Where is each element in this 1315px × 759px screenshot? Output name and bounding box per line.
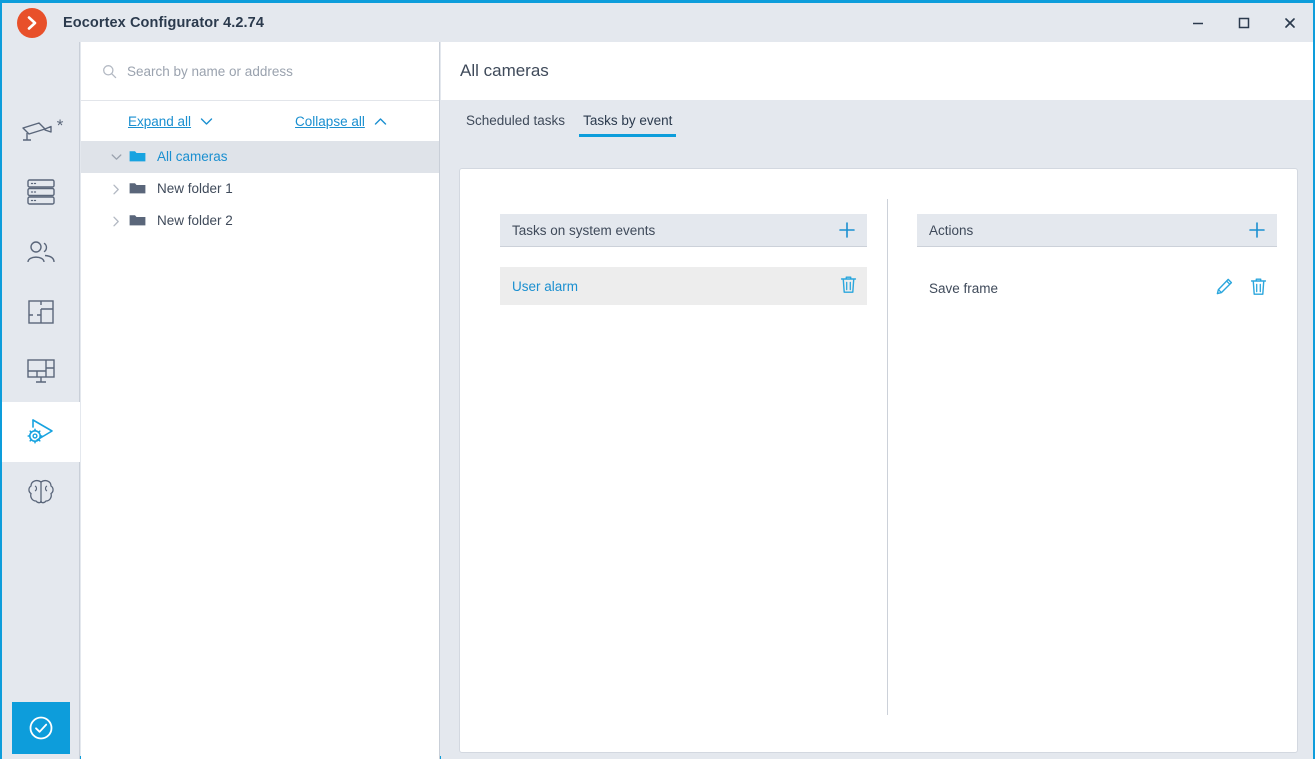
trash-icon bbox=[1250, 278, 1267, 295]
tab-tasks-by-event[interactable]: Tasks by event bbox=[574, 113, 681, 137]
main-content: All cameras Scheduled tasks Tasks by eve… bbox=[441, 42, 1313, 759]
brain-icon bbox=[28, 479, 54, 504]
tree-node-label: All cameras bbox=[157, 149, 228, 165]
tasks-card: Tasks on system events User alarm Action… bbox=[459, 168, 1298, 753]
tab-scheduled-tasks[interactable]: Scheduled tasks bbox=[457, 113, 574, 137]
cameras-modified-badge: * bbox=[56, 116, 64, 135]
tree-node-label: New folder 2 bbox=[157, 213, 233, 229]
title-bar: Eocortex Configurator 4.2.74 bbox=[2, 3, 1313, 42]
check-circle-icon bbox=[29, 716, 53, 740]
delete-action-button[interactable] bbox=[1250, 277, 1267, 299]
folder-icon bbox=[129, 213, 146, 230]
sidebar-item-analytics[interactable] bbox=[2, 462, 80, 522]
sidebar-rail: * bbox=[2, 42, 80, 759]
tab-bar: Scheduled tasks Tasks by event bbox=[441, 100, 1313, 137]
camera-tree: All cameras New folder 1 New folder 2 bbox=[81, 141, 439, 237]
folder-icon bbox=[129, 181, 146, 198]
actions-section-header: Actions bbox=[917, 214, 1277, 247]
chevron-down-icon[interactable] bbox=[103, 153, 129, 161]
tasks-section-title: Tasks on system events bbox=[512, 222, 656, 238]
pencil-icon bbox=[1216, 278, 1233, 295]
sidebar-item-cameras[interactable]: * bbox=[2, 102, 80, 162]
window-title: Eocortex Configurator 4.2.74 bbox=[63, 14, 265, 31]
close-button[interactable] bbox=[1267, 3, 1313, 42]
automation-gear-play-icon bbox=[27, 419, 53, 444]
delete-task-button[interactable] bbox=[840, 275, 857, 297]
application-window: Eocortex Configurator 4.2.74 * Search by… bbox=[0, 0, 1315, 759]
plus-icon bbox=[839, 222, 855, 238]
task-row-actions bbox=[840, 275, 857, 297]
actions-column: Actions Save frame bbox=[917, 214, 1277, 307]
servers-icon bbox=[27, 179, 55, 205]
expand-all-label: Expand all bbox=[128, 113, 192, 129]
column-divider bbox=[887, 199, 888, 715]
apply-button[interactable] bbox=[12, 702, 70, 754]
sidebar-item-views[interactable] bbox=[2, 342, 80, 402]
task-row-user-alarm[interactable]: User alarm bbox=[500, 267, 867, 305]
floor-plan-icon bbox=[28, 300, 54, 324]
actions-section-title: Actions bbox=[929, 222, 974, 238]
task-label: User alarm bbox=[512, 278, 579, 294]
tasks-section-header: Tasks on system events bbox=[500, 214, 867, 247]
search-icon bbox=[103, 64, 117, 78]
chevron-right-icon[interactable] bbox=[103, 216, 129, 227]
tree-node-label: New folder 1 bbox=[157, 181, 233, 197]
sidebar-item-plans[interactable] bbox=[2, 282, 80, 342]
sidebar-item-automation[interactable] bbox=[2, 402, 80, 462]
page-title: All cameras bbox=[460, 61, 549, 80]
sidebar-item-servers[interactable] bbox=[2, 162, 80, 222]
tree-node-new-folder-1[interactable]: New folder 1 bbox=[81, 173, 439, 205]
eocortex-chevron-logo-icon bbox=[17, 7, 47, 38]
tasks-column: Tasks on system events User alarm bbox=[500, 214, 867, 305]
chevron-up-icon bbox=[374, 117, 387, 125]
window-controls bbox=[1175, 3, 1313, 42]
expand-all-button[interactable]: Expand all bbox=[128, 114, 213, 129]
tree-node-new-folder-2[interactable]: New folder 2 bbox=[81, 205, 439, 237]
minimize-button[interactable] bbox=[1175, 3, 1221, 42]
action-row-actions bbox=[1215, 277, 1267, 299]
camera-tree-panel: Search by name or address Expand all Col… bbox=[81, 42, 440, 759]
chevron-down-icon bbox=[200, 117, 213, 125]
video-wall-icon bbox=[27, 359, 55, 383]
collapse-all-button[interactable]: Collapse all bbox=[295, 114, 387, 129]
plus-icon bbox=[1249, 222, 1265, 238]
search-input-placeholder[interactable]: Search by name or address bbox=[127, 64, 293, 79]
search-field[interactable]: Search by name or address bbox=[81, 42, 439, 101]
action-label: Save frame bbox=[929, 280, 999, 296]
folder-icon bbox=[129, 149, 146, 166]
action-row-save-frame[interactable]: Save frame bbox=[917, 269, 1277, 307]
add-task-button[interactable] bbox=[837, 220, 857, 240]
chevron-right-icon[interactable] bbox=[103, 184, 129, 195]
sidebar-item-users[interactable] bbox=[2, 222, 80, 282]
camera-icon bbox=[21, 122, 52, 141]
edit-action-button[interactable] bbox=[1215, 277, 1234, 299]
maximize-button[interactable] bbox=[1221, 3, 1267, 42]
collapse-all-label: Collapse all bbox=[295, 113, 365, 129]
trash-icon bbox=[840, 276, 857, 293]
tree-node-all-cameras[interactable]: All cameras bbox=[81, 141, 439, 173]
add-action-button[interactable] bbox=[1247, 220, 1267, 240]
users-icon bbox=[27, 241, 55, 263]
page-header: All cameras bbox=[441, 42, 1313, 100]
tree-toolbar: Expand all Collapse all bbox=[81, 102, 439, 140]
